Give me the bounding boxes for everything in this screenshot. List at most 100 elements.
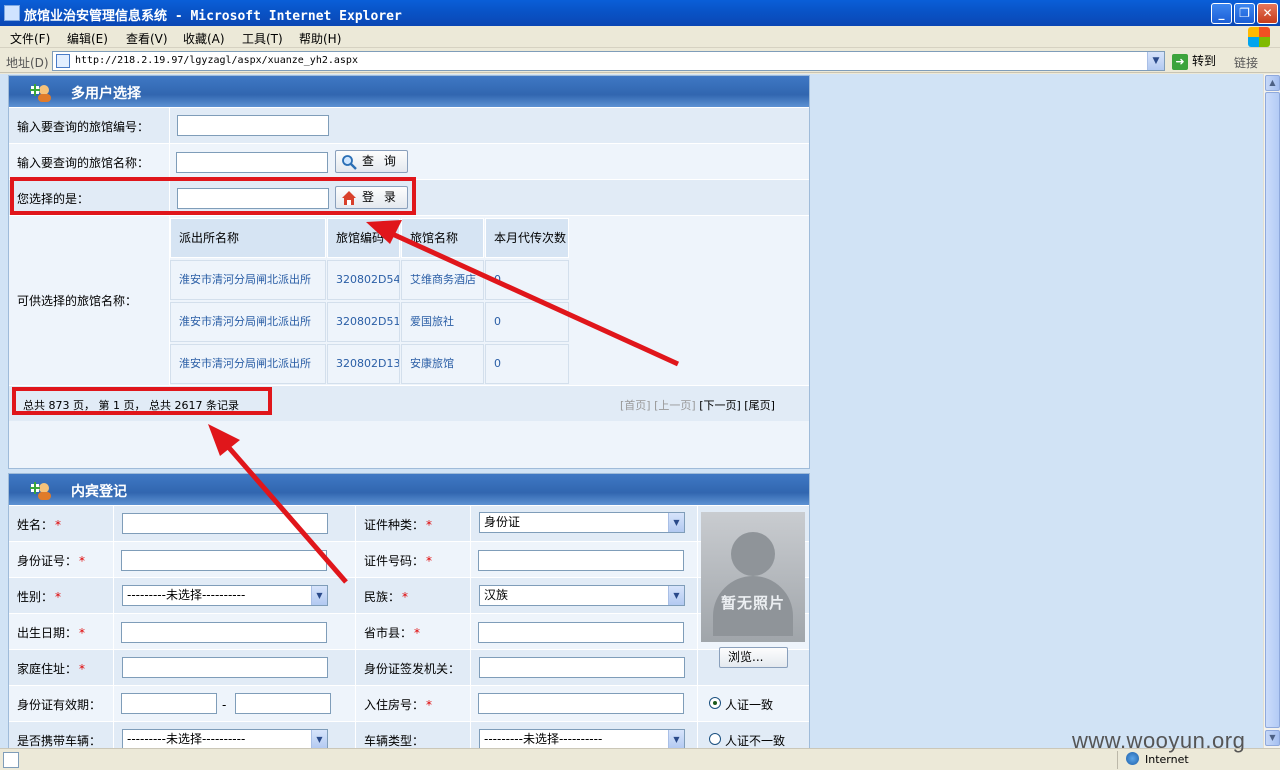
id-mismatch-radio[interactable] <box>709 733 721 745</box>
id-type-select[interactable]: 身份证 ▼ <box>479 512 685 533</box>
validity-separator: - <box>222 698 227 712</box>
divider <box>113 722 114 748</box>
divider <box>355 506 356 541</box>
hotel-name-row: 输入要查询的旅馆名称： 查 询 <box>9 143 809 179</box>
address-input[interactable]: http://218.2.19.97/lgyzagl/aspx/xuanze_y… <box>52 51 1165 71</box>
go-button[interactable]: ➜ 转到 <box>1172 52 1216 70</box>
page-icon <box>56 54 70 68</box>
links-button[interactable]: 链接 <box>1234 54 1258 71</box>
home-address-input[interactable] <box>122 657 328 678</box>
ethnic-select[interactable]: 汉族 ▼ <box>479 585 685 606</box>
available-hotels-row: 可供选择的旅馆名称： 派出所名称 旅馆编码 旅馆名称 本月代传次数 淮安市清河分… <box>9 215 809 385</box>
guest-reg-title: 内宾登记 <box>71 484 127 500</box>
maximize-button[interactable]: ❐ <box>1234 3 1255 24</box>
menu-file[interactable]: 文件(F) <box>10 30 50 47</box>
search-icon <box>342 155 357 170</box>
divider <box>113 686 114 721</box>
vehicle-select[interactable]: ---------未选择---------- ▼ <box>122 729 328 748</box>
menu-help[interactable]: 帮助(H) <box>299 30 341 47</box>
menu-view[interactable]: 查看(V) <box>126 30 168 47</box>
id-number-label: 身份证号： * <box>17 554 86 568</box>
cell-hotel-name[interactable]: 安康旅馆 <box>401 344 484 384</box>
gender-label: 性别： * <box>17 590 62 604</box>
cell-code[interactable]: 320802D517 <box>327 302 400 342</box>
form-row: 家庭住址： * 身份证签发机关： <box>9 649 809 685</box>
browse-button[interactable]: 浏览... <box>719 647 788 668</box>
pager-next[interactable]: [下一页] <box>699 399 741 412</box>
gender-select[interactable]: ---------未选择---------- ▼ <box>122 585 328 606</box>
annotation-box-summary <box>12 387 272 415</box>
address-dropdown-icon[interactable]: ▼ <box>1147 52 1164 70</box>
address-bar: 地址(D) http://218.2.19.97/lgyzagl/aspx/xu… <box>0 49 1280 73</box>
cell-station[interactable]: 淮安市清河分局闸北派出所 <box>170 302 326 342</box>
col-monthly-count: 本月代传次数 <box>485 218 569 258</box>
scroll-down-icon[interactable]: ▼ <box>1265 730 1280 746</box>
validity-start-input[interactable] <box>121 693 217 714</box>
hotel-code-row: 输入要查询的旅馆编号： <box>9 107 809 143</box>
divider <box>355 650 356 685</box>
menu-tools[interactable]: 工具(T) <box>242 30 283 47</box>
query-button[interactable]: 查 询 <box>335 150 408 173</box>
minimize-button[interactable]: _ <box>1211 3 1232 24</box>
id-issuer-input[interactable] <box>479 657 685 678</box>
id-match-label: 人证一致 <box>725 698 774 712</box>
zone-label: Internet <box>1145 753 1189 766</box>
pager-prev[interactable]: [上一页] <box>654 399 696 412</box>
window-title: 旅馆业治安管理信息系统 - Microsoft Internet Explore… <box>24 9 402 24</box>
cert-number-input[interactable] <box>478 550 684 571</box>
room-number-input[interactable] <box>478 693 684 714</box>
hotel-code-label: 输入要查询的旅馆编号： <box>17 120 150 134</box>
divider <box>113 614 114 649</box>
cell-count[interactable]: 0 <box>485 344 569 384</box>
id-number-input[interactable] <box>121 550 327 571</box>
divider <box>697 650 698 685</box>
vehicle-type-select[interactable]: ---------未选择---------- ▼ <box>479 729 685 748</box>
divider <box>113 578 114 613</box>
menu-edit[interactable]: 编辑(E) <box>67 30 108 47</box>
birth-date-input[interactable] <box>121 622 327 643</box>
cell-code[interactable]: 320802D542 <box>327 260 400 300</box>
id-issuer-label: 身份证签发机关： <box>364 662 461 676</box>
form-row: 出生日期： * 省市县： * <box>9 613 809 649</box>
divider <box>113 506 114 541</box>
validity-end-input[interactable] <box>235 693 331 714</box>
page-status-icon <box>3 752 19 768</box>
cell-code[interactable]: 320802D136 <box>327 344 400 384</box>
pager-last[interactable]: [尾页] <box>744 399 775 412</box>
no-photo-text: 暂无照片 <box>720 594 785 612</box>
name-input[interactable] <box>122 513 328 534</box>
cell-hotel-name[interactable]: 艾维商务酒店 <box>401 260 484 300</box>
divider <box>470 506 471 541</box>
form-row: 性别： * ---------未选择---------- ▼ 民族： * 汉族 ▼ <box>9 577 809 613</box>
cell-count[interactable]: 0 <box>485 260 569 300</box>
multi-user-header: 多用户选择 <box>9 76 809 107</box>
cell-station[interactable]: 淮安市清河分局闸北派出所 <box>170 260 326 300</box>
form-row: 是否携带车辆： ---------未选择---------- ▼ 车辆类型： --… <box>9 721 809 748</box>
vertical-scrollbar[interactable]: ▲ ▼ <box>1263 74 1280 748</box>
divider <box>113 542 114 577</box>
divider <box>355 686 356 721</box>
province-input[interactable] <box>478 622 684 643</box>
divider <box>355 578 356 613</box>
cell-count[interactable]: 0 <box>485 302 569 342</box>
divider <box>169 144 170 179</box>
close-button[interactable]: ✕ <box>1257 3 1278 24</box>
id-match-radio[interactable] <box>709 697 721 709</box>
address-url[interactable]: http://218.2.19.97/lgyzagl/aspx/xuanze_y… <box>75 55 358 66</box>
scroll-thumb[interactable] <box>1265 92 1280 728</box>
cell-station[interactable]: 淮安市清河分局闸北派出所 <box>170 344 326 384</box>
pager-first[interactable]: [首页] <box>620 399 651 412</box>
col-station: 派出所名称 <box>170 218 326 258</box>
divider <box>697 686 698 721</box>
menu-bar: 文件(F) 编辑(E) 查看(V) 收藏(A) 工具(T) 帮助(H) <box>0 26 1280 48</box>
divider <box>355 542 356 577</box>
hotel-name-input[interactable] <box>176 152 328 173</box>
menu-favorites[interactable]: 收藏(A) <box>183 30 225 47</box>
scroll-up-icon[interactable]: ▲ <box>1265 75 1280 91</box>
watermark: www.wooyun.org <box>1072 728 1246 753</box>
cell-hotel-name[interactable]: 爱国旅社 <box>401 302 484 342</box>
hotel-code-input[interactable] <box>177 115 329 136</box>
photo-placeholder: 暂无照片 <box>701 512 805 642</box>
divider <box>355 614 356 649</box>
windows-logo-icon <box>1248 27 1270 47</box>
